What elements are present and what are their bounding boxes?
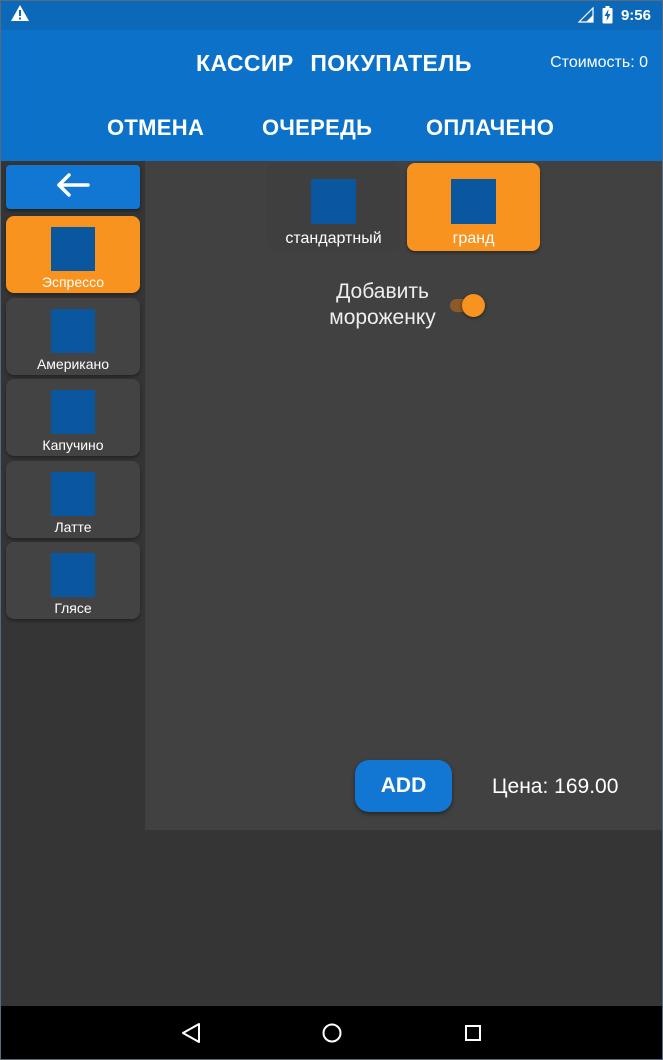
drink-label: Капучино: [42, 437, 104, 453]
size-label: стандартный: [285, 230, 382, 247]
status-time: 9:56: [620, 6, 651, 24]
app-bar: КАССИР ПОКУПАТЕЛЬ Стоимость: 0 ОТМЕНА ОЧ…: [0, 30, 663, 161]
size-thumbnail: [311, 179, 356, 224]
drink-label: Американо: [36, 356, 110, 372]
size-option-standard[interactable]: стандартный: [267, 163, 400, 251]
drink-item-latte[interactable]: Латте: [6, 461, 140, 538]
drink-label: Эспрессо: [41, 274, 105, 290]
cancel-button[interactable]: ОТМЕНА: [107, 115, 204, 141]
paid-button[interactable]: ОПЛАЧЕНО: [426, 115, 554, 141]
back-button[interactable]: [6, 165, 140, 209]
drink-thumbnail: [51, 227, 95, 271]
system-nav-bar: [0, 1006, 663, 1060]
warning-icon: [10, 4, 30, 27]
app-title: КАССИР ПОКУПАТЕЛЬ: [196, 50, 472, 76]
drink-sidebar: Эспрессо Американо Капучино Латте Глясе: [0, 161, 145, 1006]
size-label: гранд: [452, 230, 495, 247]
queue-button[interactable]: ОЧЕРЕДЬ: [262, 115, 372, 141]
action-bar: ОТМЕНА ОЧЕРЕДЬ ОПЛАЧЕНО: [0, 115, 663, 145]
drink-thumbnail: [51, 390, 95, 434]
drink-thumbnail: [51, 309, 95, 353]
drink-item-americano[interactable]: Американо: [6, 298, 140, 375]
home-circle-icon[interactable]: [319, 1020, 345, 1046]
cost-label: Стоимость: 0: [550, 54, 648, 71]
battery-charging-icon: [602, 6, 613, 24]
arrow-left-icon: [55, 172, 91, 202]
drink-label: Латте: [54, 519, 92, 535]
drink-label: Глясе: [54, 600, 92, 616]
drink-thumbnail: [51, 472, 95, 516]
drink-item-espresso[interactable]: Эспрессо: [6, 216, 140, 293]
size-thumbnail: [451, 179, 496, 224]
drink-thumbnail: [51, 553, 95, 597]
ice-cream-label: Добавить мороженку: [329, 280, 436, 329]
size-option-grand[interactable]: гранд: [407, 163, 540, 251]
price-label: Цена: 169.00: [492, 775, 619, 798]
status-bar: 9:56: [0, 0, 663, 30]
drink-item-cappuccino[interactable]: Капучино: [6, 379, 140, 456]
drink-options-panel: стандартный гранд Добавить мороженку ADD…: [145, 161, 663, 830]
recents-square-icon[interactable]: [460, 1020, 486, 1046]
drink-item-glace[interactable]: Глясе: [6, 542, 140, 619]
toggle-thumb: [462, 294, 485, 317]
signal-icon: [577, 7, 594, 23]
back-triangle-icon[interactable]: [178, 1020, 204, 1046]
ice-cream-toggle[interactable]: [448, 294, 486, 317]
add-button[interactable]: ADD: [355, 760, 452, 812]
